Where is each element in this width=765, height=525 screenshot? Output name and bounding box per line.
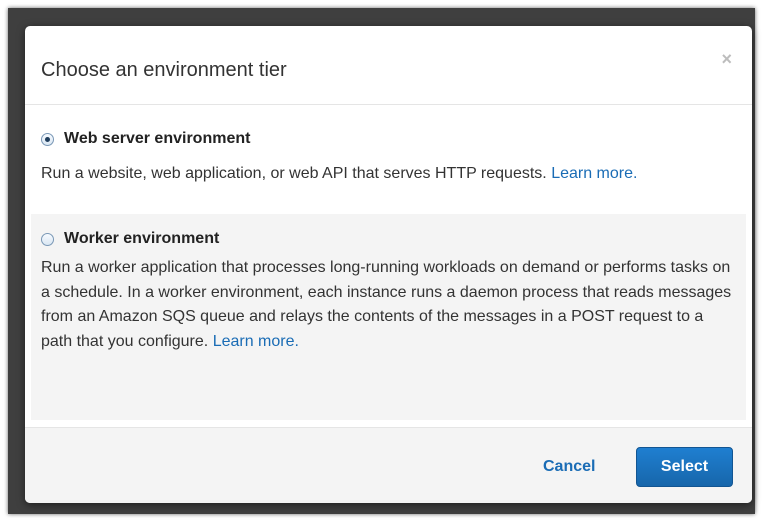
option-worker[interactable]: Worker environment Run a worker applicat… [31,214,746,420]
environment-tier-dialog: Choose an environment tier × Web server … [25,26,752,503]
option-web-server[interactable]: Web server environment Run a website, we… [31,122,746,222]
option-description: Run a website, web application, or web A… [41,162,732,187]
option-description: Run a worker application that processes … [41,256,732,354]
option-header: Worker environment [41,230,732,248]
close-icon[interactable]: × [721,50,732,68]
dialog-footer: Cancel Select [25,427,752,503]
worker-radio[interactable] [41,232,54,246]
dialog-header: Choose an environment tier × [25,26,752,105]
option-title: Worker environment [64,230,220,247]
learn-more-link[interactable]: Learn more. [213,333,299,350]
option-header: Web server environment [41,130,732,148]
cancel-button[interactable]: Cancel [543,458,595,476]
description-text: Run a worker application that processes … [41,259,732,350]
description-text: Run a website, web application, or web A… [41,165,547,182]
select-button[interactable]: Select [636,447,733,487]
dialog-title: Choose an environment tier [41,59,287,81]
option-title: Web server environment [64,130,251,147]
learn-more-link[interactable]: Learn more. [551,165,637,182]
web-server-radio[interactable] [41,132,54,146]
